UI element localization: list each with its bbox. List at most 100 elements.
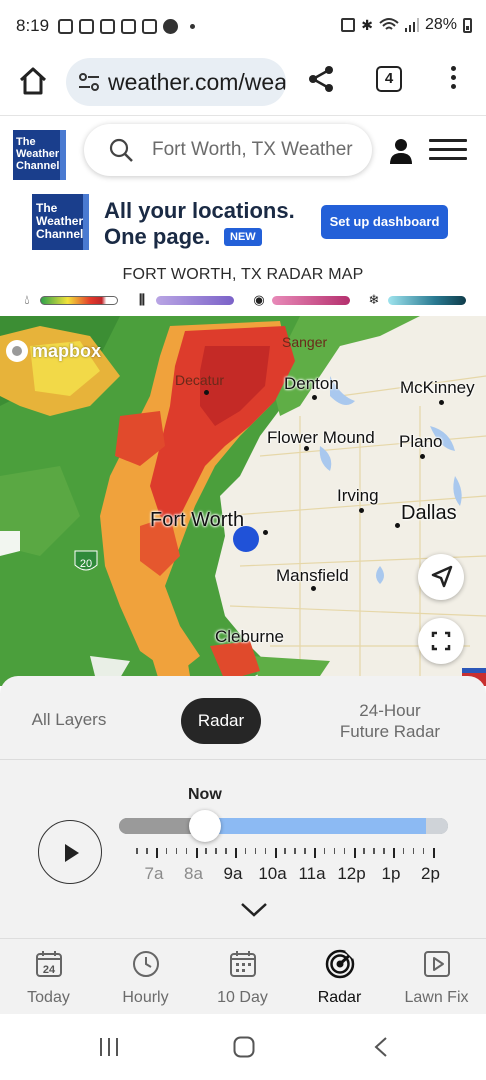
timeline-minor-tick xyxy=(175,848,178,854)
system-icons: ✱ 28% xyxy=(341,16,472,34)
news-icon xyxy=(121,19,136,34)
nav-10-day[interactable]: 10 Day xyxy=(194,939,291,1015)
timeline-minor-tick xyxy=(373,848,375,854)
overflow-menu-icon[interactable] xyxy=(446,66,460,94)
nav-lawn-fix[interactable]: Lawn Fix xyxy=(388,939,485,1015)
city-marker xyxy=(312,395,317,400)
nav-label: Today xyxy=(27,989,70,1006)
bluetooth-icon: ✱ xyxy=(361,16,373,33)
timeline-hour-label: 1p xyxy=(381,864,401,883)
ad-headline: All your locations. xyxy=(104,198,295,223)
timeline-minor-tick xyxy=(254,848,257,854)
tab-all-layers[interactable]: All Layers xyxy=(22,710,116,730)
home-button-icon[interactable] xyxy=(233,1036,255,1058)
city-marker xyxy=(204,390,209,395)
browser-toolbar: weather.com/weather/radar 4 xyxy=(0,56,486,116)
radar-map[interactable]: 20 mapbox Sanger Decatur Denton McKinney… xyxy=(0,316,486,686)
timeline-minor-tick xyxy=(363,848,365,854)
city-label: Mansfield xyxy=(276,566,349,585)
timeline-ticks xyxy=(132,848,442,860)
account-icon[interactable] xyxy=(389,138,413,164)
timeline-minor-tick xyxy=(205,848,207,854)
city-label: Irving xyxy=(337,486,379,505)
chevron-down-icon[interactable] xyxy=(240,902,268,918)
city-label: Plano xyxy=(399,432,443,451)
calendar-today-icon: 24 xyxy=(36,951,62,977)
timeline-future xyxy=(205,818,426,834)
search-icon xyxy=(109,138,133,162)
share-icon[interactable] xyxy=(306,64,336,94)
logo-text: Weather xyxy=(16,148,60,160)
timeline-minor-tick xyxy=(294,848,296,854)
back-icon[interactable] xyxy=(372,1036,390,1058)
timeline-major-tick xyxy=(274,848,277,858)
news-icon xyxy=(58,19,73,34)
timeline-minor-tick xyxy=(244,848,247,854)
site-settings-icon[interactable] xyxy=(78,72,100,92)
city-label: Dallas xyxy=(401,502,457,524)
instagram-icon xyxy=(142,19,157,34)
current-location-marker xyxy=(233,526,259,552)
city-label: Cleburne xyxy=(215,627,284,646)
battery-icon xyxy=(463,17,472,33)
ad-banner[interactable]: The Weather Channel All your locations. … xyxy=(0,188,486,260)
nav-radar[interactable]: Radar xyxy=(291,939,388,1015)
timeline-major-tick xyxy=(235,848,237,858)
calendar-grid-icon xyxy=(230,951,256,977)
timeline-minor-tick xyxy=(264,848,267,854)
clock-icon xyxy=(133,951,159,977)
nav-label: Lawn Fix xyxy=(404,989,469,1006)
nav-hourly[interactable]: Hourly xyxy=(97,939,194,1015)
app-icon xyxy=(163,19,178,34)
setup-dashboard-button[interactable]: Set up dashboard xyxy=(321,205,448,239)
weather-channel-logo[interactable]: The Weather Channel xyxy=(13,130,66,180)
fullscreen-button[interactable] xyxy=(418,618,464,664)
system-navigation-bar xyxy=(0,1014,486,1080)
timeline-minor-tick xyxy=(304,848,306,854)
tabs-count-button[interactable]: 4 xyxy=(376,66,402,92)
tab-future-radar[interactable]: 24-Hour Future Radar xyxy=(328,700,452,742)
timeline-minor-tick xyxy=(225,848,227,854)
city-label: Sanger xyxy=(282,334,328,350)
bottom-navigation: 24 Today Hourly 10 Day Radar Lawn Fix xyxy=(0,938,486,1014)
timeline-slider[interactable] xyxy=(119,818,448,834)
hamburger-menu-icon[interactable] xyxy=(429,139,467,160)
nav-label: 10 Day xyxy=(217,989,268,1006)
mapbox-icon xyxy=(6,340,28,362)
timeline-major-tick xyxy=(156,848,158,858)
fullscreen-icon xyxy=(431,631,451,651)
recent-apps-icon[interactable] xyxy=(98,1036,120,1058)
city-label: Fort Worth xyxy=(150,509,245,531)
timeline-thumb[interactable] xyxy=(189,810,221,842)
timeline-minor-tick xyxy=(165,848,168,854)
locate-me-button[interactable] xyxy=(418,554,464,600)
timeline-major-tick xyxy=(314,848,316,858)
mix-legend-bar xyxy=(272,296,350,305)
play-button[interactable] xyxy=(38,820,102,884)
tab-radar[interactable]: Radar xyxy=(181,698,261,744)
layer-tabs: All Layers Radar 24-Hour Future Radar xyxy=(0,676,486,760)
timeline-major-tick xyxy=(195,848,198,858)
timeline-hour-label: 7a xyxy=(144,864,164,883)
rain-legend-bar xyxy=(40,296,118,305)
mapbox-logo: mapbox xyxy=(6,340,101,362)
home-icon[interactable] xyxy=(16,64,50,98)
city-marker xyxy=(304,446,309,451)
weather-channel-logo: The Weather Channel xyxy=(32,194,89,250)
snow-legend-bar xyxy=(388,296,466,305)
timeline-minor-tick xyxy=(215,848,217,854)
snow-icon: ❄︎ xyxy=(368,292,380,307)
timeline-minor-tick xyxy=(185,848,188,854)
highway-shield: 20 xyxy=(80,558,92,570)
timeline-major-tick xyxy=(353,848,356,858)
nav-today[interactable]: 24 Today xyxy=(0,939,97,1015)
ad-subheadline: One page. xyxy=(104,224,211,249)
site-header: The Weather Channel Fort Worth, TX Weath… xyxy=(0,116,486,188)
radar-legend: 💧︎ ⫼ ◉ ❄︎ xyxy=(0,292,486,310)
battery-percent: 28% xyxy=(424,16,457,33)
timeline-minor-tick xyxy=(383,848,385,854)
url-bar[interactable]: weather.com/weather/radar xyxy=(66,58,286,106)
url-text[interactable]: weather.com/weather/radar xyxy=(108,69,286,96)
timeline-hour-label: 2p xyxy=(421,864,440,883)
location-search-input[interactable]: Fort Worth, TX Weather xyxy=(84,124,372,176)
